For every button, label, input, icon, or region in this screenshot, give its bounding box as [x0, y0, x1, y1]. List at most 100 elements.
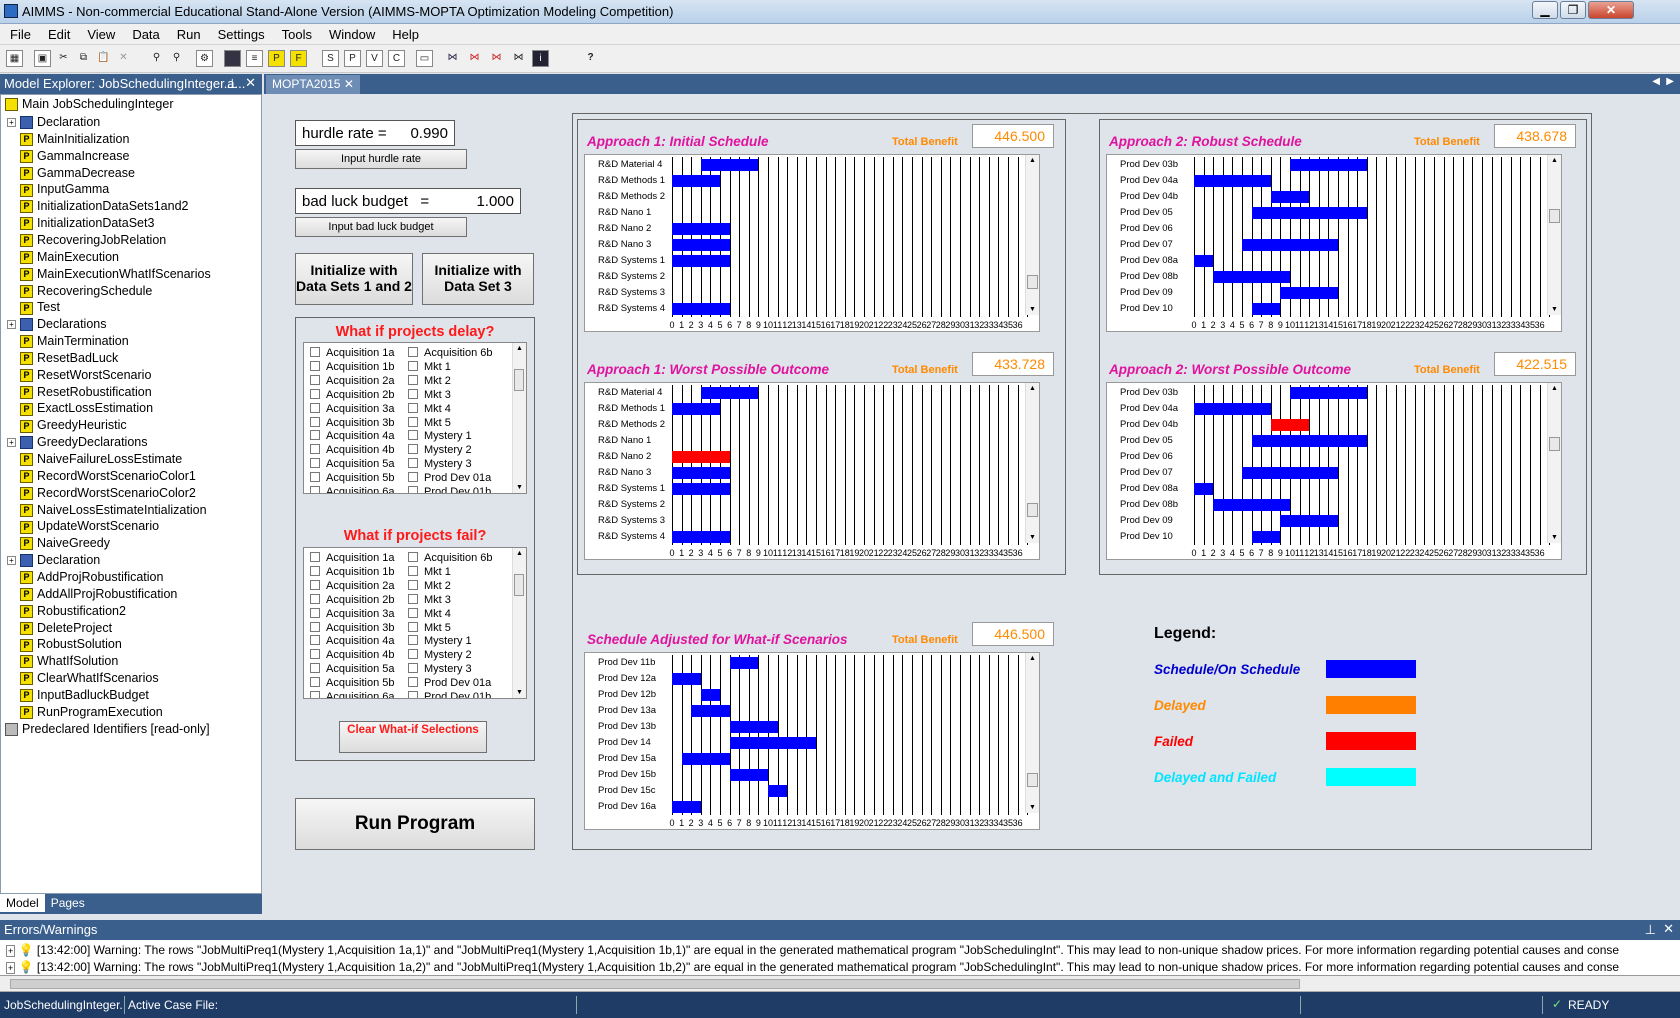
- run-program-button[interactable]: Run Program: [295, 798, 535, 850]
- checkbox-item[interactable]: Acquisition 5b: [310, 677, 395, 690]
- chart-scrollbar[interactable]: ▲ ▼: [1547, 383, 1561, 543]
- tree-item[interactable]: P RecordWorstScenarioColor1: [7, 467, 196, 485]
- tree-item[interactable]: P MainInitialization: [7, 130, 129, 148]
- gantt-bar[interactable]: [672, 239, 730, 251]
- gantt-bar[interactable]: [700, 387, 759, 399]
- scroll-thumb[interactable]: [1549, 209, 1560, 223]
- errors-hscrollbar[interactable]: [0, 976, 1680, 992]
- checkbox-item[interactable]: Acquisition 5a: [310, 458, 395, 471]
- checkbox-item[interactable]: Mkt 4: [408, 607, 451, 621]
- checkbox[interactable]: [408, 374, 418, 385]
- checkbox-item[interactable]: Acquisition 1b: [310, 565, 395, 579]
- checkbox-item[interactable]: Mystery 3: [408, 458, 472, 471]
- checkbox[interactable]: [310, 649, 320, 660]
- tree-item[interactable]: P Test: [7, 298, 60, 316]
- checkbox-item[interactable]: Mystery 1: [408, 430, 472, 443]
- scroll-down-icon[interactable]: ▼: [1551, 306, 1558, 313]
- tree-item[interactable]: P WhatIfSolution: [7, 652, 118, 670]
- procedure-icon[interactable]: P: [268, 50, 285, 67]
- checkbox[interactable]: [408, 458, 418, 469]
- checklist-scrollbar[interactable]: ▲ ▼: [512, 548, 526, 698]
- init-data-set-3-button[interactable]: Initialize with Data Set 3: [422, 253, 534, 305]
- checkbox-item[interactable]: Acquisition 4a: [310, 430, 395, 443]
- tree-item[interactable]: P NaiveLossEstimateIntialization: [7, 501, 207, 519]
- checkbox-item[interactable]: Acquisition 4b: [310, 649, 395, 662]
- error-row[interactable]: + 💡 [13:42:00] Warning: The rows "JobMul…: [6, 943, 1619, 957]
- menu-window[interactable]: Window: [319, 24, 382, 42]
- checkbox[interactable]: [310, 607, 320, 618]
- checkbox-item[interactable]: Mkt 3: [408, 388, 451, 402]
- checkbox-item[interactable]: Acquisition 1a: [310, 347, 395, 360]
- tree-item[interactable]: + GreedyDeclarations: [7, 433, 147, 451]
- tab-model[interactable]: Model: [0, 894, 45, 912]
- gantt-bar[interactable]: [729, 657, 759, 669]
- checkbox[interactable]: [408, 593, 418, 604]
- checkbox[interactable]: [310, 663, 320, 674]
- checkbox-item[interactable]: Mkt 5: [408, 416, 451, 430]
- scroll-thumb[interactable]: [1027, 773, 1038, 787]
- attribute-icon-3[interactable]: ⋈: [488, 50, 505, 67]
- checkbox[interactable]: [310, 374, 320, 385]
- scroll-down-icon[interactable]: ▼: [516, 689, 523, 696]
- data-page-icon[interactable]: ▭: [416, 50, 433, 67]
- tree-item[interactable]: P ExactLossEstimation: [7, 399, 153, 417]
- scroll-thumb[interactable]: [514, 369, 524, 391]
- checkbox[interactable]: [310, 635, 320, 646]
- expand-icon[interactable]: +: [7, 438, 16, 448]
- delete-icon[interactable]: ✕: [115, 50, 132, 67]
- checkbox[interactable]: [310, 388, 320, 399]
- gantt-bar[interactable]: [1280, 515, 1338, 527]
- gantt-bar[interactable]: [672, 175, 720, 187]
- checkbox[interactable]: [310, 360, 320, 371]
- tree-item[interactable]: P InputBadluckBudget: [7, 686, 149, 704]
- tree-item[interactable]: P GammaIncrease: [7, 147, 129, 165]
- scroll-up-icon[interactable]: ▲: [1029, 655, 1036, 662]
- gantt-bar[interactable]: [1251, 207, 1367, 219]
- tree-item[interactable]: P Robustification2: [7, 602, 126, 620]
- set-icon[interactable]: S: [322, 50, 339, 67]
- checkbox-item[interactable]: Acquisition 2b: [310, 388, 395, 402]
- gantt-bar[interactable]: [1280, 287, 1338, 299]
- checkbox[interactable]: [408, 444, 418, 455]
- checkbox-item[interactable]: Acquisition 2b: [310, 593, 395, 607]
- gantt-bar[interactable]: [729, 737, 816, 749]
- bad-luck-budget-value[interactable]: 1.000: [476, 193, 514, 210]
- variable-icon[interactable]: V: [366, 50, 383, 67]
- gantt-bar[interactable]: [1242, 239, 1338, 251]
- checkbox[interactable]: [310, 430, 320, 441]
- scroll-up-icon[interactable]: ▲: [1029, 385, 1036, 392]
- checkbox[interactable]: [310, 486, 320, 493]
- tree-item[interactable]: P ClearWhatIfScenarios: [7, 669, 159, 687]
- checkbox[interactable]: [310, 677, 320, 688]
- checkbox-item[interactable]: Mystery 2: [408, 444, 472, 457]
- errors-close-icon[interactable]: ✕: [1663, 921, 1674, 937]
- expand-icon[interactable]: +: [7, 118, 16, 128]
- gantt-bar[interactable]: [672, 223, 730, 235]
- close-button[interactable]: ✕: [1588, 1, 1634, 19]
- checkbox[interactable]: [310, 416, 320, 427]
- gantt-bar[interactable]: [700, 689, 720, 701]
- scroll-left-icon[interactable]: ◀: [1652, 76, 1660, 87]
- checkbox-item[interactable]: Mystery 1: [408, 635, 472, 648]
- checkbox-item[interactable]: Acquisition 6b: [408, 552, 493, 565]
- tree-item[interactable]: P RecordWorstScenarioColor2: [7, 484, 196, 502]
- tree-root[interactable]: Main JobSchedulingInteger: [5, 95, 174, 113]
- checkbox-item[interactable]: Mkt 1: [408, 565, 451, 579]
- checkbox[interactable]: [408, 486, 418, 493]
- expand-icon[interactable]: +: [7, 320, 16, 330]
- chart-scrollbar[interactable]: ▲ ▼: [1025, 383, 1039, 543]
- checkbox-item[interactable]: Acquisition 1a: [310, 552, 395, 565]
- scroll-down-icon[interactable]: ▼: [1551, 534, 1558, 541]
- checkbox[interactable]: [310, 458, 320, 469]
- attribute-icon-2[interactable]: ⋈: [466, 50, 483, 67]
- checkbox-item[interactable]: Mkt 4: [408, 402, 451, 416]
- errors-hscroll-thumb[interactable]: [10, 979, 1300, 989]
- bad-luck-budget-field[interactable]: bad luck budget = 1.000: [295, 188, 521, 214]
- menu-help[interactable]: Help: [382, 24, 426, 42]
- gantt-bar[interactable]: [1213, 499, 1290, 511]
- menu-edit[interactable]: Edit: [38, 24, 77, 42]
- tree-item[interactable]: P InitializationDataSets1and2: [7, 197, 189, 215]
- maximize-button[interactable]: ❐: [1560, 1, 1586, 19]
- gantt-bar[interactable]: [768, 785, 788, 797]
- tree-predeclared[interactable]: Predeclared Identifiers [read-only]: [5, 720, 210, 738]
